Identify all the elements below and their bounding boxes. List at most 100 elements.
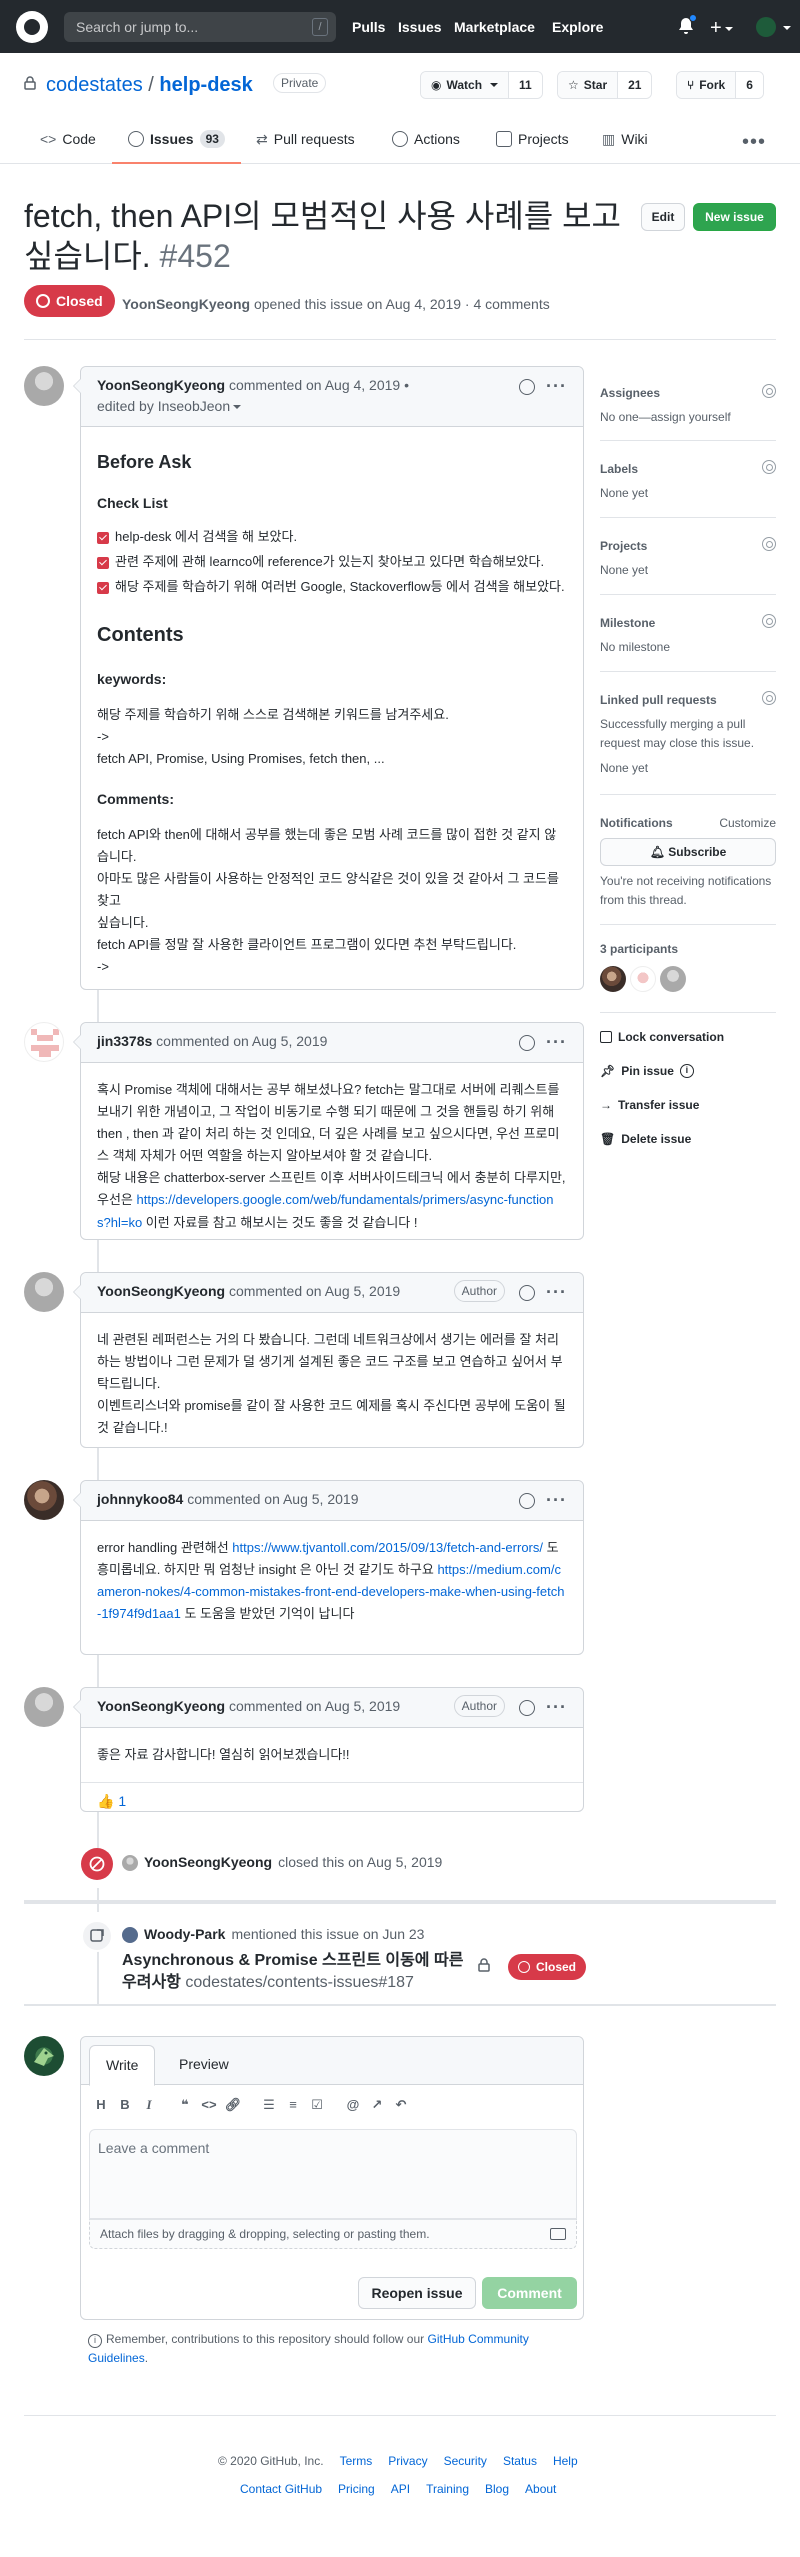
delete-issue-link[interactable]: 🗑︎ Delete issue	[600, 1130, 691, 1148]
ref-issue-repo[interactable]: codestates/contents-issues#187	[185, 1974, 414, 1991]
avatar[interactable]	[24, 1480, 64, 1520]
bulleted-list-icon[interactable]: ☰	[257, 2093, 281, 2117]
nav-explore[interactable]: Explore	[552, 17, 603, 38]
comment-author[interactable]: YoonSeongKyeong	[97, 377, 225, 393]
footer-link-terms[interactable]: Terms	[340, 2452, 373, 2470]
pin-issue-link[interactable]: 📌︎ Pin issue i	[600, 1062, 694, 1080]
tab-write[interactable]: Write	[89, 2045, 156, 2086]
comment-options-kebab-icon[interactable]: ···	[546, 1694, 567, 1721]
comment-button[interactable]: Comment	[482, 2277, 577, 2309]
heading-icon[interactable]: H	[89, 2093, 113, 2117]
gear-icon[interactable]	[762, 614, 776, 628]
footer-link-privacy[interactable]: Privacy	[388, 2452, 427, 2470]
repo-name-link[interactable]: help-desk	[159, 74, 252, 96]
add-reaction-smiley-icon[interactable]	[519, 1700, 535, 1716]
tab-code[interactable]: <> Code	[40, 121, 96, 164]
mention-icon[interactable]: @	[341, 2093, 365, 2117]
create-new-plus-icon[interactable]: +	[710, 13, 733, 43]
avatar[interactable]	[24, 1272, 64, 1312]
footer-link-training[interactable]: Training	[426, 2480, 469, 2498]
fork-count[interactable]: 6	[736, 72, 763, 98]
customize-notifications-link[interactable]: Customize	[719, 814, 776, 832]
lock-conversation-link[interactable]: Lock conversation	[600, 1028, 724, 1046]
assign-yourself-link[interactable]: No one—assign yourself	[600, 408, 776, 426]
tab-wiki[interactable]: ▥ Wiki	[602, 121, 648, 164]
code-icon[interactable]: <>	[197, 2093, 221, 2117]
comment-timestamp[interactable]: commented on Aug 5, 2019	[229, 1698, 400, 1714]
add-reaction-smiley-icon[interactable]	[519, 1285, 535, 1301]
reaction-thumbs-up[interactable]: 👍 1	[97, 1791, 126, 1812]
edited-by-dropdown[interactable]: edited by InseobJeon	[97, 398, 230, 414]
comment-timestamp[interactable]: commented on Aug 5, 2019	[229, 1283, 400, 1299]
event-text[interactable]: closed this on Aug 5, 2019	[278, 1852, 442, 1873]
comment-author[interactable]: johnnykoo84	[97, 1491, 183, 1507]
tab-projects[interactable]: Projects	[496, 121, 569, 164]
gear-icon[interactable]	[762, 384, 776, 398]
avatar[interactable]	[660, 966, 686, 992]
tab-issues[interactable]: Issues 93	[112, 121, 241, 164]
comment-author[interactable]: YoonSeongKyeong	[97, 1698, 225, 1714]
labels-heading[interactable]: Labels	[600, 462, 638, 476]
avatar[interactable]	[630, 966, 656, 992]
comment-timestamp[interactable]: commented on Aug 5, 2019	[156, 1033, 327, 1049]
footer-link-about[interactable]: About	[525, 2480, 556, 2498]
comment-options-kebab-icon[interactable]: ···	[546, 1029, 567, 1056]
notifications-bell-icon[interactable]	[678, 14, 697, 35]
footer-link-pricing[interactable]: Pricing	[338, 2480, 375, 2498]
comment-textarea[interactable]: Leave a comment	[89, 2129, 577, 2219]
footer-link-contact[interactable]: Contact GitHub	[240, 2480, 322, 2498]
task-list-icon[interactable]: ☑	[305, 2093, 329, 2117]
comment-options-kebab-icon[interactable]: ···	[546, 373, 567, 400]
edit-title-button[interactable]: Edit	[641, 203, 685, 231]
quote-icon[interactable]: ❝	[173, 2093, 197, 2117]
nav-issues[interactable]: Issues	[398, 17, 442, 38]
comment-options-kebab-icon[interactable]: ···	[546, 1279, 567, 1306]
gear-icon[interactable]	[762, 691, 776, 705]
avatar[interactable]	[24, 1022, 64, 1062]
reply-icon[interactable]: ↶	[389, 2093, 413, 2117]
add-reaction-smiley-icon[interactable]	[519, 1493, 535, 1509]
link-icon[interactable]: 🔗︎	[221, 2093, 245, 2117]
checked-checkbox-icon[interactable]	[97, 557, 109, 570]
comment-options-kebab-icon[interactable]: ···	[546, 1487, 567, 1514]
add-reaction-smiley-icon[interactable]	[519, 379, 535, 395]
fork-button[interactable]: ⑂ Fork	[677, 72, 737, 98]
comment-author[interactable]: YoonSeongKyeong	[97, 1283, 225, 1299]
assignees-heading[interactable]: Assignees	[600, 386, 660, 400]
footer-link-help[interactable]: Help	[553, 2452, 578, 2470]
event-actor-link[interactable]: Woody-Park	[144, 1924, 225, 1945]
nav-pulls[interactable]: Pulls	[352, 17, 385, 38]
footer-link-blog[interactable]: Blog	[485, 2480, 509, 2498]
issue-author-link[interactable]: YoonSeongKyeong	[122, 296, 250, 312]
tab-pull-requests[interactable]: ⇄ Pull requests	[256, 121, 355, 164]
add-reaction-smiley-icon[interactable]	[519, 1035, 535, 1051]
attach-files-area[interactable]: Attach files by dragging & dropping, sel…	[89, 2219, 577, 2249]
footer-link-status[interactable]: Status	[503, 2452, 537, 2470]
user-avatar-menu[interactable]	[756, 17, 776, 37]
reference-link[interactable]: https://www.tjvantoll.com/2015/09/13/fet…	[232, 1540, 543, 1555]
comment-timestamp[interactable]: commented on Aug 4, 2019 •	[229, 377, 409, 393]
subscribe-button[interactable]: 🔔︎ Subscribe	[600, 838, 776, 866]
cross-reference-icon[interactable]: ↗	[365, 2093, 389, 2117]
transfer-issue-link[interactable]: → Transfer issue	[600, 1096, 699, 1114]
gear-icon[interactable]	[762, 460, 776, 474]
watch-button[interactable]: ◉ Watch	[421, 72, 510, 98]
italic-icon[interactable]: I	[137, 2093, 161, 2117]
linked-prs-heading[interactable]: Linked pull requests	[600, 693, 717, 707]
new-issue-button[interactable]: New issue	[693, 203, 776, 231]
numbered-list-icon[interactable]: ≡	[281, 2093, 305, 2117]
star-count[interactable]: 21	[618, 72, 652, 98]
avatar[interactable]	[600, 966, 626, 992]
bold-icon[interactable]: B	[113, 2093, 137, 2117]
github-logo-icon[interactable]	[16, 11, 48, 43]
milestone-heading[interactable]: Milestone	[600, 616, 655, 630]
event-actor-link[interactable]: YoonSeongKyeong	[144, 1852, 272, 1873]
star-button[interactable]: ☆ Star	[558, 72, 619, 98]
footer-link-security[interactable]: Security	[444, 2452, 487, 2470]
tab-preview[interactable]: Preview	[163, 2045, 245, 2086]
cross-reference-item[interactable]: Asynchronous & Promise 스프린트 이동에 따른 우려사항 …	[122, 1950, 472, 1995]
footer-link-api[interactable]: API	[391, 2480, 410, 2498]
avatar[interactable]	[122, 1926, 138, 1943]
comment-author[interactable]: jin3378s	[97, 1033, 152, 1049]
tab-actions[interactable]: Actions	[392, 121, 460, 164]
